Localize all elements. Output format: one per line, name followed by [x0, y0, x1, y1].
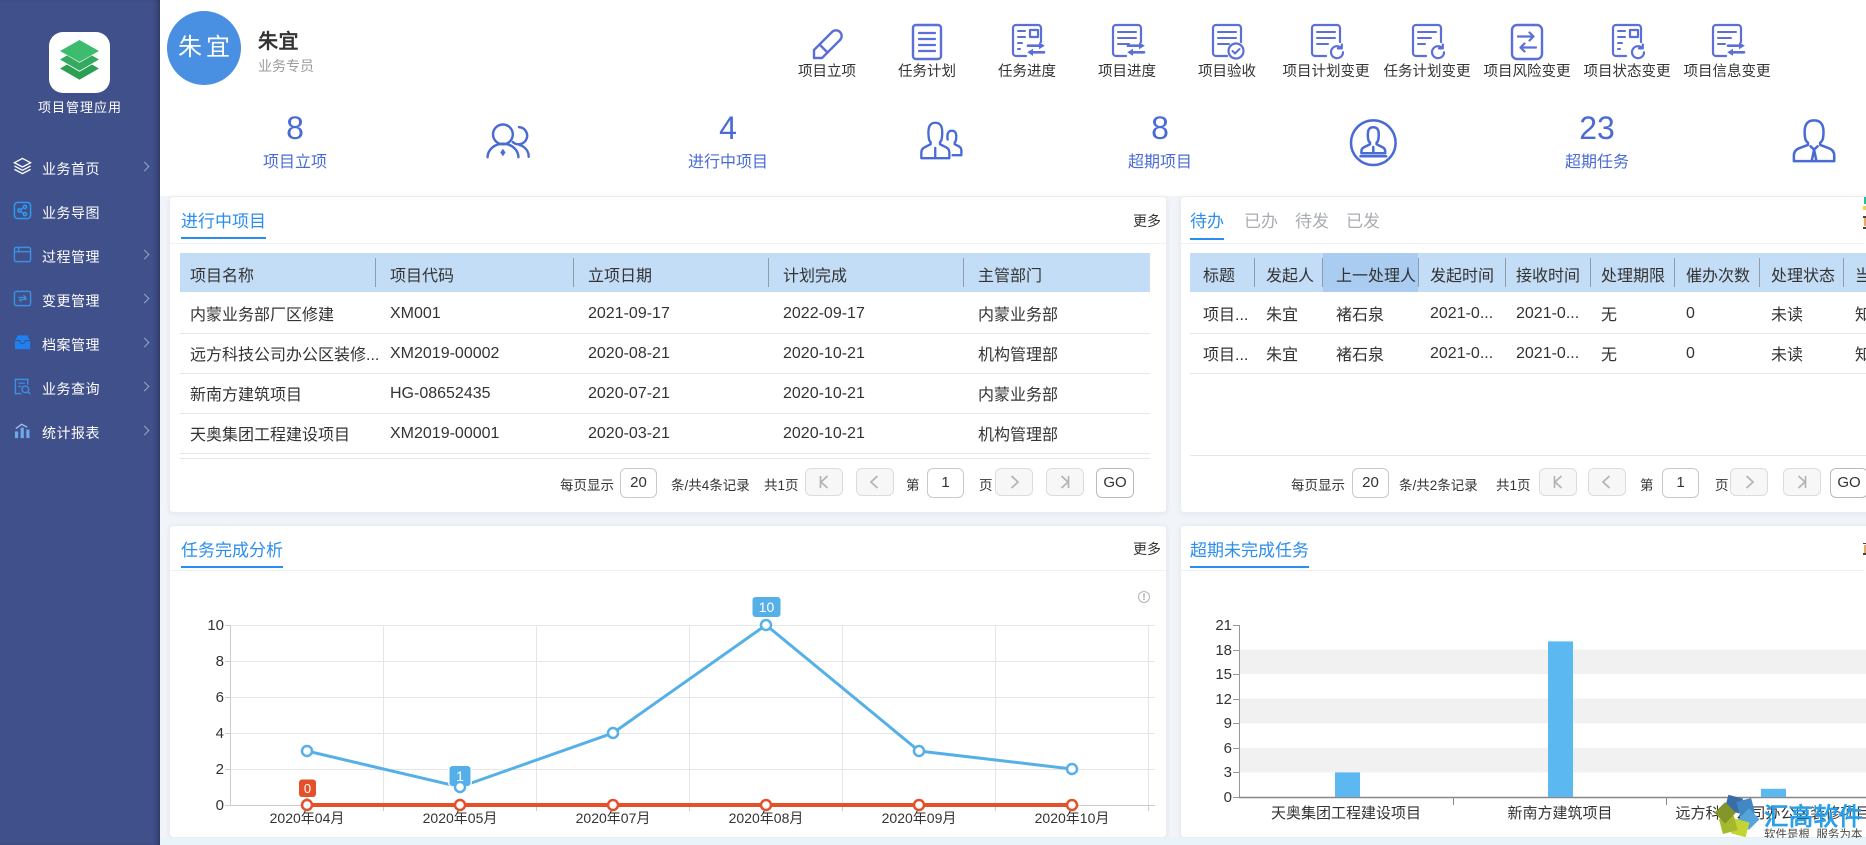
- svg-text:8: 8: [216, 653, 224, 670]
- svg-text:4: 4: [216, 725, 224, 742]
- svg-text:2020年05月: 2020年05月: [423, 810, 498, 826]
- svg-text:2020年09月: 2020年09月: [882, 810, 957, 826]
- svg-text:2020年10月: 2020年10月: [1035, 810, 1110, 826]
- svg-text:3: 3: [1224, 764, 1232, 781]
- svg-text:2020年07月: 2020年07月: [576, 810, 651, 826]
- svg-text:天奥集团工程建设项目: 天奥集团工程建设项目: [1271, 805, 1421, 822]
- svg-text:6: 6: [1224, 740, 1232, 757]
- svg-text:6: 6: [216, 689, 224, 706]
- svg-text:21: 21: [1215, 617, 1232, 634]
- svg-text:0: 0: [216, 797, 224, 814]
- svg-text:2020年08月: 2020年08月: [729, 810, 804, 826]
- svg-text:15: 15: [1215, 666, 1232, 683]
- svg-text:18: 18: [1215, 642, 1232, 659]
- svg-text:10: 10: [759, 599, 775, 615]
- svg-text:9: 9: [1224, 715, 1232, 732]
- svg-text:0: 0: [304, 781, 311, 796]
- svg-text:新南方建筑项目: 新南方建筑项目: [1507, 805, 1612, 822]
- svg-text:2: 2: [216, 761, 224, 778]
- svg-text:2020年04月: 2020年04月: [270, 810, 345, 826]
- svg-text:12: 12: [1215, 691, 1232, 708]
- svg-text:0: 0: [1224, 789, 1232, 806]
- svg-text:10: 10: [207, 617, 224, 634]
